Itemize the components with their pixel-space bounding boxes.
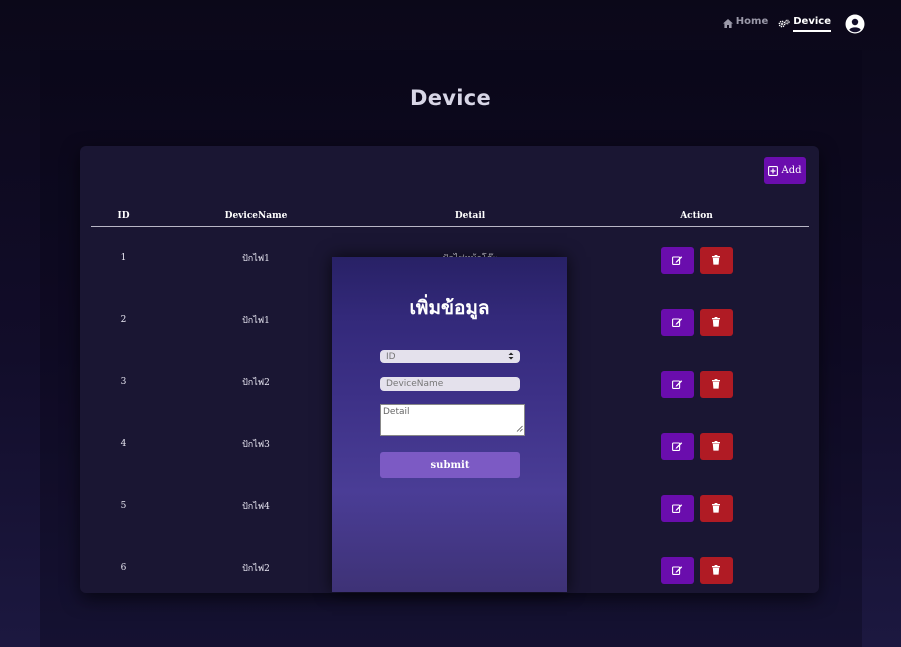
edit-button[interactable] [660,308,694,336]
cogs-icon [778,19,790,28]
delete-button[interactable] [699,494,733,522]
modal-title: เพิ่มข้อมูล [409,297,490,319]
number-spinner-icon[interactable] [508,352,514,362]
delete-button[interactable] [699,246,733,274]
edit-button[interactable] [660,494,694,522]
trash-icon [712,565,720,575]
cell-action [584,475,809,537]
trash-icon [712,379,720,389]
nav-home-label: Home [735,16,769,27]
edit-button[interactable] [660,246,694,274]
detail-textarea[interactable]: Detail [380,404,525,436]
cell-devicename: ปักไฟ4 [242,502,270,512]
submit-button[interactable]: submit [380,452,520,478]
edit-icon [671,379,683,389]
cell-devicename: ปักไฟ1 [242,254,270,264]
edit-button[interactable] [660,556,694,584]
trash-icon [712,441,720,451]
id-input[interactable]: ID [380,350,520,363]
cell-action [584,227,809,290]
id-input-placeholder: ID [386,351,396,362]
cell-devicename: ปักไฟ2 [242,378,270,388]
delete-button[interactable] [699,556,733,584]
cell-id: 6 [120,563,127,573]
edit-button[interactable] [660,432,694,460]
cell-id: 2 [120,315,127,325]
table-header-row: ID DeviceName Detail Action [91,206,809,227]
cell-devicename: ปักไฟ2 [242,564,270,574]
add-button-label: Add [781,165,802,176]
edit-icon [671,317,683,327]
cell-devicename: ปักไฟ1 [242,316,270,326]
cell-action [584,351,809,413]
cell-id: 1 [120,253,127,263]
nav-device-label: Device [793,16,831,32]
home-icon [722,18,733,28]
column-header-detail: Detail [356,206,584,227]
cell-devicename: ปักไฟ3 [242,440,270,450]
plus-square-icon [768,165,779,176]
column-header-action: Action [584,206,809,227]
top-nav: Home Device [722,14,865,34]
nav-home-link[interactable]: Home [722,16,769,32]
nav-device-link[interactable]: Device [778,16,831,32]
cell-id: 5 [120,501,127,511]
delete-button[interactable] [699,308,733,336]
trash-icon [712,317,720,327]
add-button[interactable]: Add [764,157,806,184]
trash-icon [712,255,720,265]
edit-icon [671,255,683,265]
column-header-id: ID [91,206,156,227]
cell-id: 3 [120,377,127,387]
edit-icon [671,503,683,513]
column-header-devicename: DeviceName [156,206,356,227]
user-circle-icon[interactable] [845,14,865,34]
cell-action [584,289,809,351]
edit-button[interactable] [660,370,694,398]
delete-button[interactable] [699,432,733,460]
delete-button[interactable] [699,370,733,398]
devicename-input-placeholder: DeviceName [386,379,444,389]
resize-grip-icon[interactable] [516,425,523,434]
trash-icon [712,503,720,513]
edit-icon [671,565,683,575]
cell-id: 4 [120,439,127,449]
devicename-input[interactable]: DeviceName [380,377,520,391]
page-title: Device [409,86,492,110]
detail-textarea-placeholder: Detail [383,407,410,417]
cell-action [584,413,809,475]
cell-action [584,537,809,599]
edit-icon [671,441,683,451]
add-device-modal: เพิ่มข้อมูล ID DeviceName Detail submit [332,257,567,592]
